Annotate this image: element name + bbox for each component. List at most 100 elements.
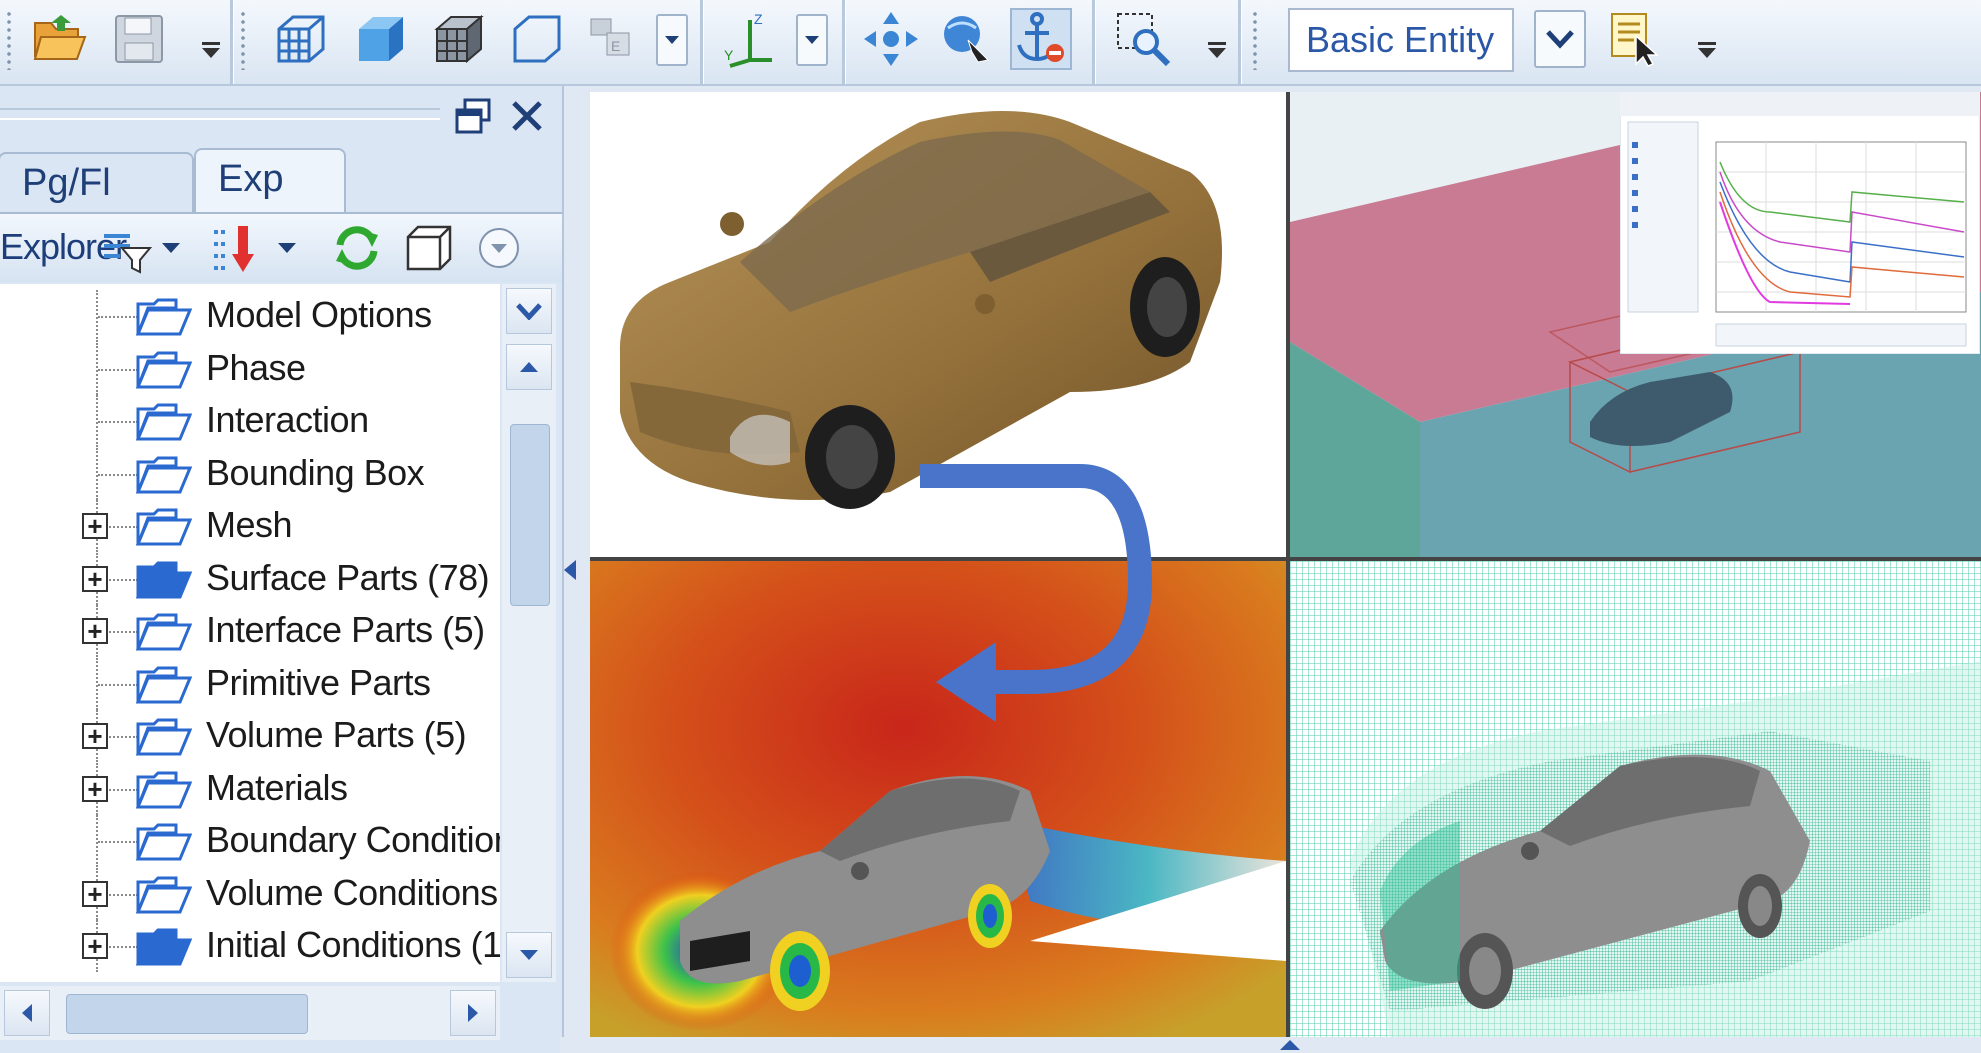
scroll-up-button[interactable] <box>506 344 552 390</box>
zoom-box-button[interactable] <box>1112 8 1174 70</box>
tree-connector <box>98 683 138 686</box>
folder-icon <box>136 718 192 756</box>
vertical-scroll-thumb[interactable] <box>510 424 550 606</box>
circle-chevron-down-icon <box>479 228 519 268</box>
explorer-toolbar: Explorer <box>0 214 562 282</box>
arrow-right-icon <box>468 1004 478 1022</box>
tree-item[interactable]: + Surface Parts (78) <box>0 552 500 605</box>
mesh-viewport[interactable] <box>1290 561 1981 1037</box>
status-strip <box>560 1037 1981 1053</box>
toolbar-separator <box>700 0 704 84</box>
horizontal-scroll-thumb[interactable] <box>66 994 308 1034</box>
toolbar-overflow-2[interactable] <box>1206 42 1228 72</box>
tree-item[interactable]: + Volume Parts (5) <box>0 710 500 762</box>
tab-pg-fl[interactable]: Pg/Fl <box>0 152 194 216</box>
folder-icon <box>136 928 192 966</box>
view-mode-icon: E <box>590 18 630 56</box>
toolbar-grip[interactable] <box>6 10 12 70</box>
toolbar-grip[interactable] <box>240 10 246 70</box>
outline-view-button[interactable] <box>506 8 568 70</box>
toolbar-separator <box>230 0 234 84</box>
explorer-panel: Pg/Fl Exp Explorer Model Options Phase I… <box>0 86 564 1053</box>
toolbar-separator <box>1092 0 1096 84</box>
tree-item[interactable]: + Interface Parts (5) <box>0 605 500 657</box>
show-geometry-button[interactable] <box>404 222 454 274</box>
restore-window-icon <box>455 98 491 134</box>
tree-item[interactable]: Phase <box>0 342 500 395</box>
close-panel-button[interactable] <box>504 94 550 138</box>
panel-header <box>0 86 562 150</box>
entity-type-select[interactable]: Basic Entity <box>1288 8 1514 72</box>
solid-view-button[interactable] <box>350 8 412 70</box>
wireframe-view-button[interactable] <box>270 8 332 70</box>
expand-toggle-icon[interactable]: + <box>82 618 108 644</box>
expand-toggle-icon[interactable]: + <box>82 880 108 907</box>
tab-exp[interactable]: Exp <box>194 148 346 212</box>
solid-box-icon <box>359 17 403 61</box>
tree-item[interactable]: + Mesh <box>0 500 500 552</box>
save-button[interactable] <box>108 8 170 70</box>
outline-box-icon <box>513 15 561 63</box>
tree-item[interactable]: Bounding Box <box>0 447 500 500</box>
filter-dropdown[interactable] <box>160 222 182 274</box>
wireframe-box-icon <box>277 15 325 63</box>
panel-title-bar[interactable] <box>0 108 440 120</box>
scroll-right-button[interactable] <box>450 990 496 1036</box>
axis-orientation-dropdown[interactable] <box>796 14 828 66</box>
splitter-handle[interactable] <box>1280 1040 1300 1050</box>
tree-item[interactable]: Model Options <box>0 290 500 342</box>
tree-item[interactable]: Interaction <box>0 395 500 447</box>
refresh-button[interactable] <box>330 222 384 274</box>
horizontal-scrollbar[interactable] <box>0 986 500 1040</box>
tree-connector <box>98 368 138 371</box>
expand-toggle-icon[interactable]: + <box>82 723 108 749</box>
select-entity-button[interactable] <box>1604 8 1666 70</box>
filter-icon <box>104 234 152 274</box>
scroll-down-button[interactable] <box>506 932 552 978</box>
sort-dropdown[interactable] <box>276 222 298 274</box>
tree-connector <box>98 316 138 318</box>
chevron-down-icon <box>516 303 542 320</box>
tree-connector <box>98 421 138 423</box>
toolbar-overflow-1[interactable] <box>200 42 222 72</box>
tree-collapse-button[interactable] <box>506 288 552 334</box>
tree-item[interactable]: + Volume Conditions <box>0 867 500 920</box>
graphics-viewports <box>590 92 1981 1037</box>
hidden-line-view-button[interactable] <box>428 8 490 70</box>
expand-toggle-icon[interactable]: + <box>82 775 108 802</box>
rotate-button[interactable] <box>936 8 998 70</box>
float-panel-button[interactable] <box>450 94 496 138</box>
scroll-left-button[interactable] <box>4 990 50 1036</box>
open-button[interactable] <box>28 8 90 70</box>
workflow-arrow <box>920 464 1153 722</box>
expand-toggle-icon[interactable]: + <box>82 933 108 959</box>
view-mode-dropdown[interactable] <box>656 14 688 66</box>
tree-item-label: Materials <box>206 766 348 808</box>
tree-item[interactable]: Primitive Parts <box>0 657 500 710</box>
expand-toggle-icon[interactable]: + <box>82 565 108 592</box>
vertical-scrollbar[interactable] <box>502 284 556 982</box>
tree-connector <box>98 473 138 476</box>
expand-options-button[interactable] <box>476 222 522 274</box>
expand-toggle-icon[interactable]: + <box>82 513 108 539</box>
tree-item[interactable]: Boundary Conditior <box>0 815 500 867</box>
collapse-panel-arrow[interactable] <box>564 560 576 580</box>
domain-viewport[interactable] <box>1290 92 1981 557</box>
view-mode-button[interactable]: E <box>582 8 644 70</box>
filter-button[interactable] <box>100 222 152 274</box>
toolbar-overflow-3[interactable] <box>1696 42 1718 72</box>
toolbar-separator <box>842 0 846 84</box>
entity-type-dropdown[interactable] <box>1534 10 1586 68</box>
anchor-icon <box>1017 12 1064 62</box>
residuals-plot-inset <box>1620 92 1980 354</box>
axis-orientation-button[interactable]: Z Y <box>718 8 780 70</box>
tree-item[interactable]: + Initial Conditions (1 <box>0 920 500 972</box>
anchor-button[interactable] <box>1010 8 1072 70</box>
sort-button[interactable] <box>210 222 268 274</box>
pan-icon <box>864 12 918 66</box>
toolbar-grip[interactable] <box>1252 10 1258 70</box>
tree-item[interactable]: + Materials <box>0 762 500 815</box>
chevron-down-icon <box>805 36 819 44</box>
pan-button[interactable] <box>860 8 922 70</box>
folder-icon <box>136 298 192 336</box>
